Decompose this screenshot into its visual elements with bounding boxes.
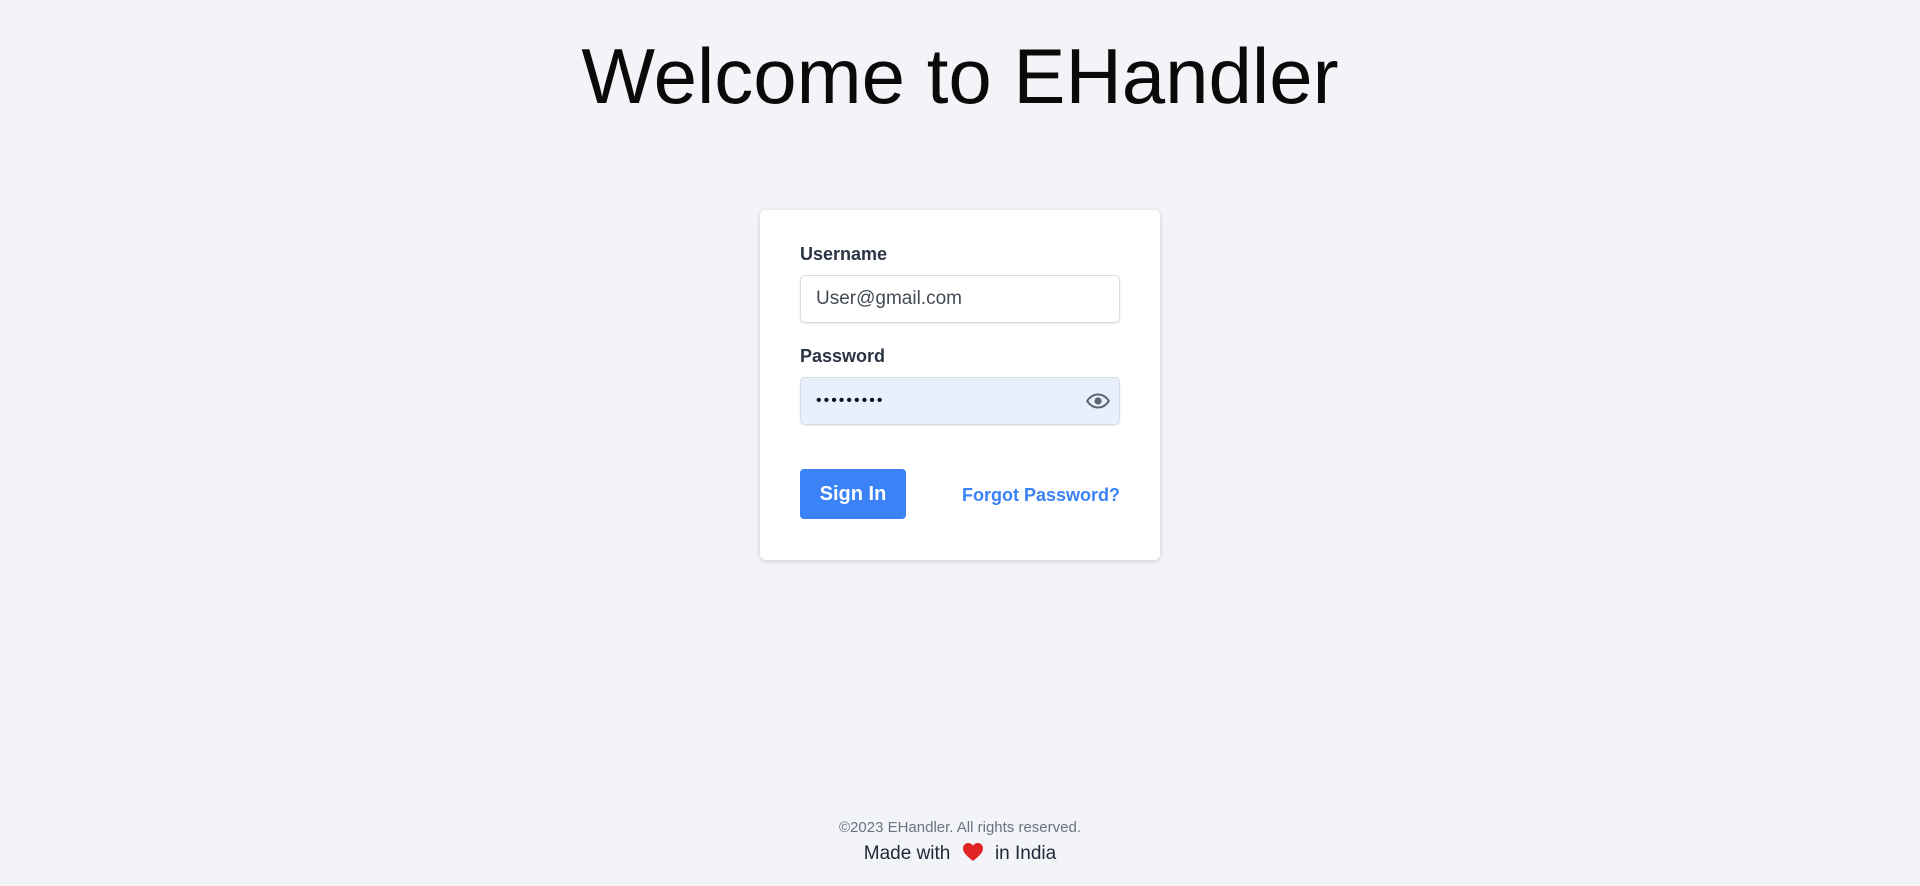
heart-icon	[962, 842, 984, 868]
copyright-text: ©2023 EHandler. All rights reserved.	[838, 819, 1081, 836]
sign-in-button[interactable]: Sign In	[800, 469, 906, 519]
login-card: Username Password Sign In Forgot Passwor…	[760, 210, 1160, 560]
made-with-prefix: Made with	[863, 843, 951, 864]
page-title: Welcome to EHandler	[581, 32, 1339, 120]
made-with-suffix: in India	[994, 843, 1057, 864]
password-field[interactable]	[800, 377, 1120, 425]
login-page: Welcome to EHandler Username Password Si…	[0, 0, 1920, 886]
password-label: Password	[800, 346, 886, 366]
username-field[interactable]	[800, 275, 1120, 323]
made-with-line: Made with in India	[0, 842, 1920, 868]
forgot-password-link[interactable]: Forgot Password?	[962, 485, 1120, 506]
eye-icon[interactable]	[1086, 391, 1110, 411]
username-label: Username	[800, 244, 888, 264]
